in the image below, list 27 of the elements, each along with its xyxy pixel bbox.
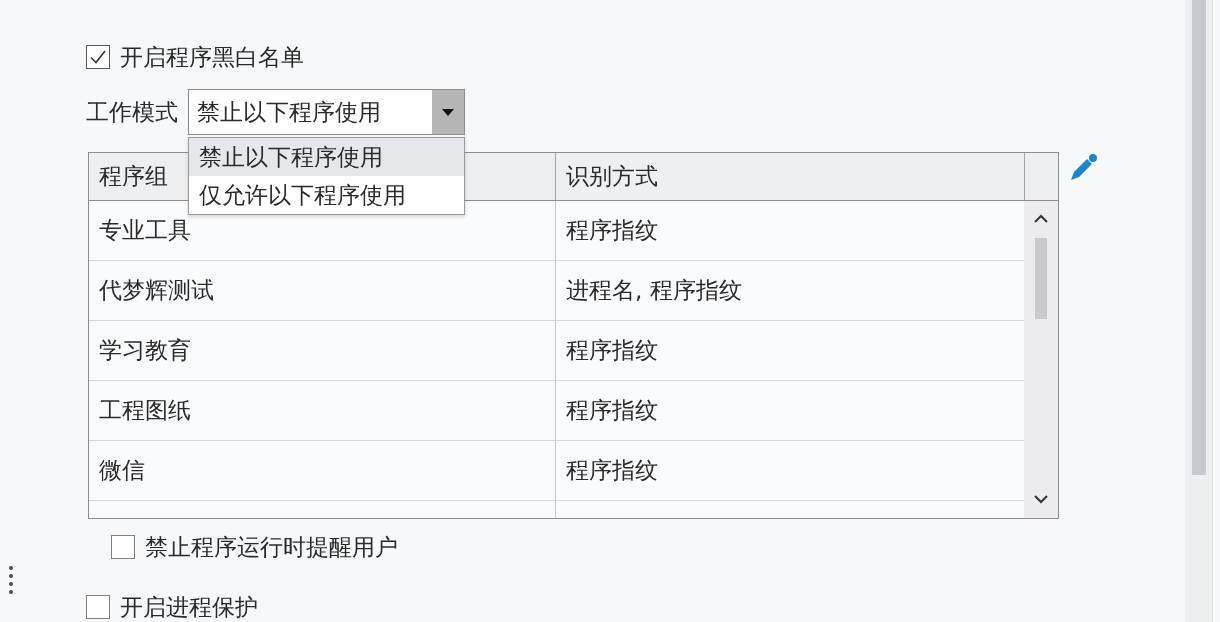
scrollbar-thumb[interactable] <box>1035 238 1047 319</box>
work-mode-label: 工作模式 <box>86 98 178 127</box>
checkbox-label: 开启进程保护 <box>120 593 258 622</box>
checkbox[interactable] <box>86 45 110 69</box>
scrollbar[interactable] <box>1024 201 1058 518</box>
pencil-icon[interactable] <box>1070 153 1098 181</box>
checkmark-icon <box>90 50 106 64</box>
page-scrollbar[interactable] <box>1185 0 1212 622</box>
dropdown-option[interactable]: 禁止以下程序使用 <box>189 138 464 176</box>
table-cell-text: 专业工具 <box>98 216 192 245</box>
vertical-dots-icon[interactable] <box>8 565 14 595</box>
table-cell-text: 微信 <box>98 456 146 485</box>
column-header[interactable]: 识别方式 <box>555 153 1024 200</box>
chevron-up-icon[interactable] <box>1034 214 1048 223</box>
table-cell-text: 工程图纸 <box>98 396 192 425</box>
checkbox-label: 开启程序黑白名单 <box>120 43 304 72</box>
table-cell-text: 代梦辉测试 <box>98 276 215 305</box>
scrollbar-thumb[interactable] <box>1191 0 1206 475</box>
dropdown-option[interactable]: 仅允许以下程序使用 <box>189 176 464 214</box>
table-cell-text: 学习教育 <box>98 336 192 365</box>
dropdown-button[interactable] <box>432 90 464 134</box>
checkbox-label: 禁止程序运行时提醒用户 <box>145 533 398 562</box>
chevron-down-icon[interactable] <box>1034 495 1048 504</box>
checkbox[interactable] <box>111 535 135 559</box>
caret-down-icon <box>442 108 454 116</box>
checkbox[interactable] <box>86 595 110 619</box>
work-mode-select[interactable]: 禁止以下程序使用 <box>188 89 465 135</box>
